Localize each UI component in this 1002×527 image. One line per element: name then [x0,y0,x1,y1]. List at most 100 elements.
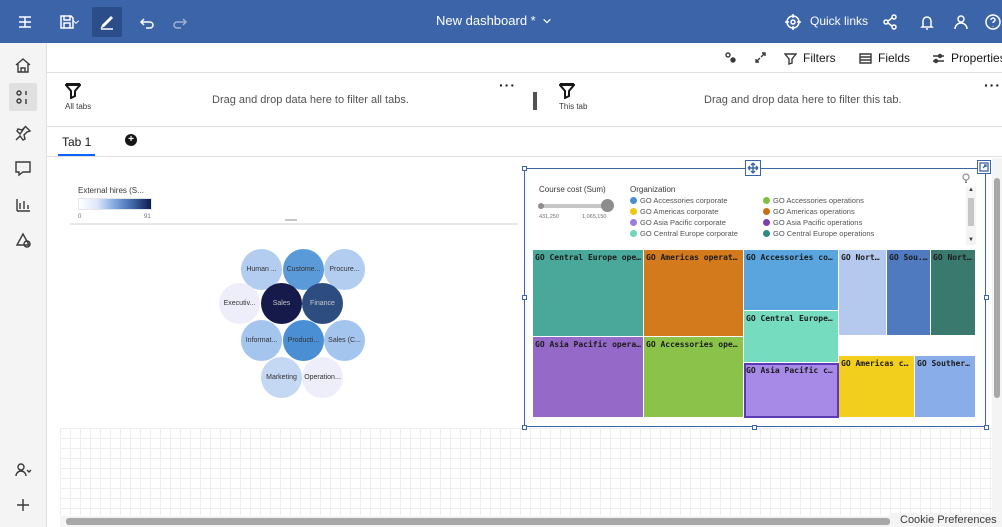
add-icon[interactable] [9,491,37,519]
treemap-cell[interactable]: GO Souther... [915,356,976,418]
this-tab-filter[interactable]: This tab [559,83,587,111]
bubble-legend-min: 0 [78,214,82,220]
quick-links-button[interactable]: Quick links [810,14,868,28]
bubble-node[interactable]: Marketing [261,357,302,398]
bubble-node[interactable]: Sales (C... [324,320,365,361]
this-tab-more-menu[interactable]: ··· [984,77,1001,93]
move-widget-handle[interactable] [745,160,761,176]
properties-button[interactable]: Properties [932,51,1002,65]
all-tabs-label: All tabs [65,102,92,111]
filters-button[interactable]: Filters [784,51,836,65]
treemap-cell[interactable]: GO Americas c... [839,356,915,418]
bubble-node[interactable]: Finance [302,283,343,324]
resize-handle-r[interactable] [984,295,989,300]
home-icon[interactable] [9,51,37,79]
legend-item[interactable]: GO Central Europe operations [763,229,874,238]
data-sources-icon[interactable] [9,83,37,111]
resize-handle-l[interactable] [522,295,527,300]
treemap-cell[interactable]: GO Asia Pacific operatio... [533,337,644,418]
help-icon[interactable] [978,7,1002,37]
expand-icon[interactable] [754,51,767,64]
undo-icon[interactable] [132,7,162,37]
widgets-icon[interactable] [9,226,37,254]
bubble-node[interactable]: Sales [261,283,302,324]
chevron-down-icon[interactable] [70,7,82,37]
color-legend-title: Organization [630,185,676,194]
bubble-node[interactable]: Executiv... [219,283,260,324]
visualizations-icon[interactable] [9,190,37,218]
legend-item[interactable]: GO Americas operations [763,207,855,216]
legend-label: GO Accessories corporate [640,196,728,205]
size-legend-max-marker [601,199,614,212]
top-bar: New dashboard * Quick links [0,0,1002,43]
properties-label: Properties [951,51,1002,65]
bubble-node[interactable]: Informat... [241,320,282,361]
legend-scroll-up-icon[interactable]: ▲ [966,187,976,193]
all-tabs-more-menu[interactable]: ··· [499,77,516,93]
canvas-grid [60,428,992,515]
quick-links-icon[interactable] [778,7,808,37]
treemap-cell[interactable]: GO Central Europe ... [744,311,839,363]
bubble-node[interactable]: Producti... [283,320,324,361]
legend-swatch [630,208,637,215]
legend-item[interactable]: GO Asia Pacific corporate [630,218,726,227]
resize-handle-b[interactable] [752,425,757,430]
treemap-cell[interactable]: GO Accessories oper... [644,337,744,418]
cookie-preferences-link[interactable]: Cookie Preferences [890,513,1002,527]
this-tab-filter-zone[interactable]: This tab Drag and drop data here to filt… [547,73,1002,127]
legend-label: GO Asia Pacific corporate [640,218,726,227]
resize-handle-bl[interactable] [522,425,527,430]
treemap-cell[interactable]: GO Accessories cor... [744,250,839,311]
treemap-cell[interactable]: GO Sou... [887,250,931,336]
all-tabs-filter-zone[interactable]: All tabs Drag and drop data here to filt… [47,73,533,127]
title-chevron-icon[interactable] [542,16,552,26]
edit-pencil-icon[interactable] [92,7,122,37]
all-tabs-filter[interactable]: All tabs [65,83,91,111]
bubble-node[interactable]: Operation... [302,357,343,398]
bubble-resize-grip[interactable] [285,219,297,221]
treemap-cell[interactable]: GO Asia Pacific cor... [744,363,839,418]
dashboard-title[interactable]: New dashboard * [436,13,552,28]
pin-icon[interactable] [9,119,37,147]
treemap-cell[interactable]: GO Americas operati... [644,250,744,337]
size-legend-min: 431,250 [539,214,559,220]
share-icon[interactable] [875,7,905,37]
legend-item[interactable]: GO Accessories operations [763,196,864,205]
comments-icon[interactable] [9,154,37,182]
redo-icon[interactable] [165,7,195,37]
tab-1[interactable]: Tab 1 [58,135,96,156]
filter-bar-divider[interactable] [533,92,537,110]
treemap-cell[interactable]: GO Nort... [931,250,976,336]
fields-button[interactable]: Fields [859,51,910,65]
canvas-horizontal-scroll-thumb[interactable] [66,518,890,525]
legend-item[interactable]: GO Americas corporate [630,207,718,216]
insights-lightbulb-icon[interactable] [961,170,971,184]
legend-item[interactable]: GO Asia Pacific operations [763,218,862,227]
legend-label: GO Americas operations [773,207,855,216]
canvas-vertical-scroll-thumb[interactable] [994,178,1000,398]
pivot-icon[interactable] [724,51,737,64]
widget-focus-button[interactable] [977,160,991,174]
legend-item[interactable]: GO Accessories corporate [630,196,728,205]
treemap-cell[interactable]: GO Nort... [839,250,887,336]
user-profile-icon[interactable] [946,7,976,37]
tab-bar: Tab 1 + [47,127,1002,157]
legend-scroll-down-icon[interactable]: ▼ [966,237,976,243]
legend-item[interactable]: GO Central Europe corporate [630,229,738,238]
hamburger-menu-icon[interactable] [10,7,40,37]
legend-swatch [630,230,637,237]
left-navigation-rail [0,43,47,527]
dashboard-title-text[interactable]: New dashboard * [436,13,536,28]
treemap-cell[interactable]: GO Central Europe oper... [533,250,644,337]
legend-swatch [763,230,770,237]
legend-swatch [763,197,770,204]
add-tab-button[interactable]: + [125,134,137,146]
resize-handle-tl[interactable] [522,166,527,171]
size-legend-min-marker [538,203,544,209]
notification-bell-icon[interactable] [912,7,942,37]
assistant-user-icon[interactable] [9,456,37,484]
fields-icon [859,52,872,64]
legend-scroll-thumb[interactable] [968,198,974,226]
legend-label: GO Americas corporate [640,207,719,216]
resize-handle-br[interactable] [984,425,989,430]
